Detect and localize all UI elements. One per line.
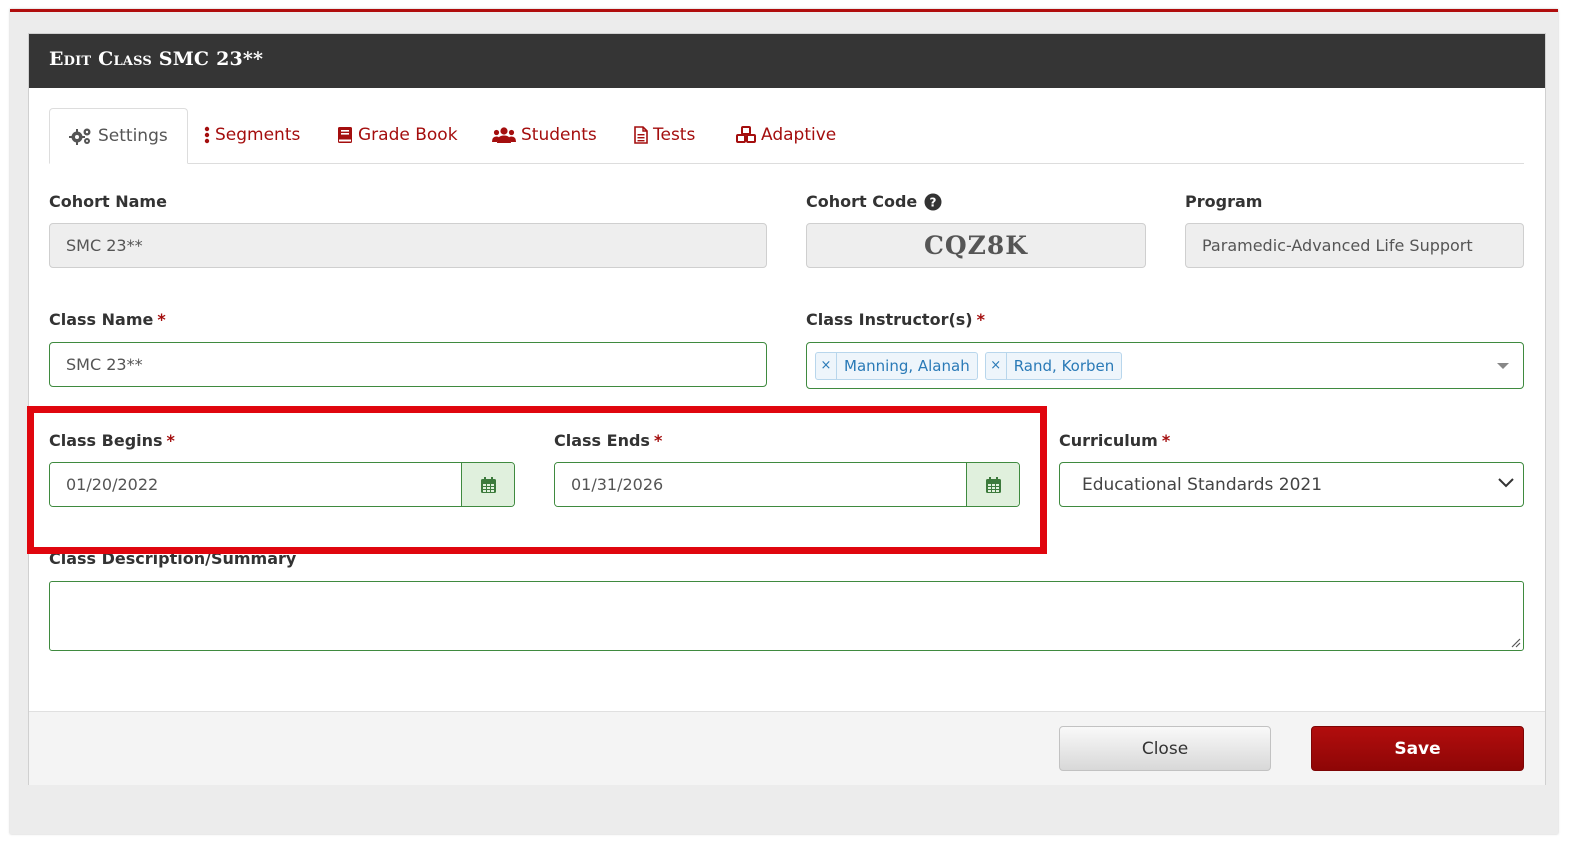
curriculum-label-group: Curriculum * (1059, 431, 1170, 450)
resize-handle-icon[interactable] (1509, 636, 1521, 648)
cohort-code-label-group: Cohort Code ? (806, 192, 942, 211)
tab-segments-label: Segments (215, 125, 301, 145)
cubes-icon (736, 126, 756, 143)
instructor-tag: × Rand, Korben (984, 351, 1123, 380)
tab-grade-book[interactable]: Grade Book (337, 108, 458, 162)
tab-settings-label: Settings (98, 126, 168, 146)
gears-icon (69, 128, 91, 145)
tab-settings[interactable]: Settings (49, 108, 188, 164)
book-icon (338, 127, 352, 143)
curriculum-select[interactable]: Educational Standards 2021 (1059, 462, 1524, 507)
class-instructors-label: Class Instructor(s) (806, 310, 973, 329)
class-ends-input[interactable]: 01/31/2026 (555, 463, 966, 506)
cohort-name-value: SMC 23** (66, 236, 143, 255)
tab-students[interactable]: Students (492, 108, 597, 162)
save-button[interactable]: Save (1311, 726, 1524, 771)
tab-grade-book-label: Grade Book (358, 125, 458, 145)
required-marker: * (1161, 431, 1171, 450)
svg-text:?: ? (930, 195, 937, 209)
curriculum-label: Curriculum (1059, 431, 1158, 450)
tab-adaptive[interactable]: Adaptive (736, 108, 836, 162)
class-name-value: SMC 23** (66, 355, 143, 374)
tab-adaptive-label: Adaptive (761, 125, 837, 145)
required-marker: * (653, 431, 663, 450)
class-description-label: Class Description/Summary (49, 549, 297, 568)
ellipsis-vertical-icon (204, 126, 210, 144)
class-begins-label: Class Begins (49, 431, 163, 450)
tab-students-label: Students (521, 125, 597, 145)
class-instructors-label-group: Class Instructor(s) * (806, 310, 985, 329)
class-ends-date-picker: 01/31/2026 (554, 462, 1020, 507)
required-marker: * (157, 310, 166, 329)
tab-tests-label: Tests (653, 125, 696, 145)
class-ends-label-group: Class Ends * (554, 431, 662, 450)
tab-bar: Settings Segments Grade Book Students Te… (49, 108, 1524, 164)
close-button[interactable]: Close (1059, 726, 1271, 771)
modal-title: Edit Class SMC 23** (49, 48, 264, 70)
class-ends-value: 01/31/2026 (571, 475, 664, 494)
remove-tag-button[interactable]: × (816, 352, 837, 379)
class-name-label-group: Class Name * (49, 310, 166, 329)
class-begins-value: 01/20/2022 (66, 475, 159, 494)
tab-segments[interactable]: Segments (204, 108, 300, 162)
chevron-down-icon (1498, 478, 1514, 488)
question-circle-icon[interactable]: ? (924, 193, 942, 211)
dropdown-caret-icon[interactable] (1497, 363, 1509, 369)
class-ends-calendar-button[interactable] (966, 463, 1019, 506)
edit-class-modal: Edit Class SMC 23** Settings Segments Gr… (28, 33, 1546, 785)
calendar-icon (480, 476, 496, 493)
modal-header: Edit Class SMC 23** (29, 34, 1545, 88)
class-begins-label-group: Class Begins * (49, 431, 175, 450)
modal-footer: Close Save (29, 711, 1545, 785)
program-field: Paramedic-Advanced Life Support (1185, 223, 1524, 268)
instructor-name: Rand, Korben (1013, 356, 1115, 375)
curriculum-value: Educational Standards 2021 (1082, 474, 1323, 495)
class-description-textarea[interactable] (49, 581, 1524, 651)
class-name-label: Class Name (49, 310, 154, 329)
cohort-code-field: CQZ8K (806, 223, 1146, 268)
file-text-icon (634, 126, 648, 144)
cohort-name-label: Cohort Name (49, 192, 167, 211)
class-begins-calendar-button[interactable] (461, 463, 514, 506)
required-marker: * (976, 310, 985, 329)
program-label: Program (1185, 192, 1263, 211)
tab-tests[interactable]: Tests (634, 108, 695, 162)
cohort-name-field: SMC 23** (49, 223, 767, 268)
required-marker: * (166, 431, 175, 450)
instructor-name: Manning, Alanah (844, 356, 970, 375)
cohort-code-label: Cohort Code (806, 192, 918, 211)
cohort-code-value: CQZ8K (923, 231, 1029, 260)
users-icon (492, 127, 516, 143)
instructor-tag: × Manning, Alanah (815, 351, 978, 380)
class-name-input[interactable]: SMC 23** (49, 342, 767, 387)
class-begins-date-picker: 01/20/2022 (49, 462, 515, 507)
remove-tag-button[interactable]: × (986, 352, 1007, 379)
class-begins-input[interactable]: 01/20/2022 (50, 463, 461, 506)
class-ends-label: Class Ends (554, 431, 650, 450)
program-value: Paramedic-Advanced Life Support (1202, 236, 1473, 255)
class-instructors-select[interactable]: × Manning, Alanah × Rand, Korben (806, 342, 1524, 389)
calendar-icon (985, 476, 1001, 493)
